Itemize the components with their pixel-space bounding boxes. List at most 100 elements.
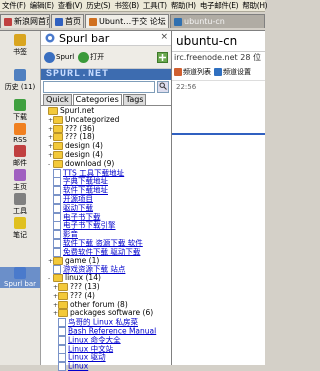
panel-sidebar: 书签历史 (11) 下载 RSS 邮件 主页 工具笔记 Spurl bar [0, 31, 41, 365]
tree-label: design (4) [65, 142, 103, 151]
sidebar-item[interactable]: 邮件 [0, 145, 40, 168]
menu-item[interactable]: 书签(B) [112, 0, 141, 11]
bookmark-link[interactable]: Linux [41, 362, 171, 371]
sidebar-item[interactable]: 历史 (11) [0, 69, 40, 92]
open-button[interactable]: 打开 [78, 51, 105, 63]
bookmark-link[interactable]: 软件下载地址 [41, 186, 171, 195]
tab-home[interactable]: 首页 [51, 14, 84, 28]
sidebar-item-icon [14, 34, 26, 46]
bookmark-link[interactable]: 游戏资源下载 站点 [41, 265, 171, 275]
bookmark-folder[interactable]: +??? (13) [41, 282, 171, 292]
page-icon [53, 230, 61, 239]
unread-marker [172, 133, 265, 135]
bookmark-link[interactable]: 电子书下载 [41, 212, 171, 222]
bookmark-link[interactable]: Linux 中文站 [41, 344, 171, 354]
bookmark-folder[interactable]: + other forum (8) [41, 300, 171, 310]
sidebar-item[interactable]: Spurl bar [0, 267, 40, 288]
spurl-button[interactable]: Spurl [44, 51, 74, 63]
folder-icon [53, 274, 63, 283]
tree-label: Linux [68, 362, 89, 371]
tab-tags[interactable]: Tags [122, 94, 147, 105]
folder-icon [53, 115, 63, 124]
tab-quick[interactable]: Quick [43, 94, 72, 105]
panel-toolbar: Spurl 打开 [41, 46, 171, 69]
menu-item[interactable]: 编辑(E) [28, 0, 56, 11]
sidebar-item[interactable]: 下载 [0, 99, 40, 122]
sidebar-item[interactable]: 笔记 [0, 217, 40, 240]
tree-label: 软件下载 资源下载 软件 [63, 238, 143, 248]
bookmark-link[interactable]: 驱动下载 [41, 203, 171, 213]
message-area: 22:56 [172, 81, 265, 93]
menu-item[interactable]: 电子邮件(E) [198, 0, 241, 11]
bookmark-folder[interactable]: + Uncategorized [41, 115, 171, 125]
tab-label: Ubunt…于交 论坛 - [99, 17, 169, 26]
bookmark-folder[interactable]: +??? (18) [41, 133, 171, 142]
page-icon [58, 326, 66, 336]
tree-label: 免费软件下载 驱动下载 [63, 247, 141, 257]
sidebar-item-label: 笔记 [13, 231, 27, 239]
irc-toolbar: 频道列表 频道设置 [172, 64, 265, 81]
tab-sina[interactable]: 新浪网首页 [0, 14, 50, 28]
menu-item[interactable]: 工具(T) [141, 0, 169, 11]
bookmark-link[interactable]: 电子书下载引擎 [41, 221, 171, 231]
sidebar-item-icon [14, 145, 26, 157]
sidebar-item-icon [14, 217, 26, 229]
bookmark-folder[interactable]: +??? (36) [41, 124, 171, 134]
spurl-banner: SPURL.NET [41, 69, 171, 80]
menu-item[interactable]: 帮助(H) [240, 0, 269, 11]
bookmark-folder[interactable]: Spurl.net [41, 107, 171, 116]
bookmark-link[interactable]: 软件下载 资源下载 软件 [41, 238, 171, 248]
menu-item[interactable]: 帮助(H) [169, 0, 198, 11]
bookmark-link[interactable]: TTS 工具下载地址 [41, 168, 171, 178]
tab-ubuntu-forum[interactable]: Ubunt…于交 论坛 - × [85, 14, 169, 28]
tree-label: Uncategorized [65, 115, 120, 124]
menu-item[interactable]: 查看(V) [56, 0, 84, 11]
bookmark-link[interactable]: Bash Reference Manual [41, 326, 171, 336]
sidebar-item-label: 书签 [13, 48, 27, 56]
sidebar-item[interactable]: 书签 [0, 34, 40, 57]
tab-categories[interactable]: Categories [72, 94, 122, 105]
bookmark-link[interactable]: 开源项目 [41, 194, 171, 204]
tab-ubuntu-cn[interactable]: ubuntu-cn [170, 14, 265, 28]
channel-settings-button[interactable]: 频道设置 [214, 67, 251, 77]
bookmark-folder[interactable]: + design (4) [41, 150, 171, 160]
bookmark-folder[interactable]: + game (1) [41, 256, 171, 266]
bookmark-link[interactable]: 鸟哥的 Linux 私房菜 [41, 318, 171, 327]
menu-item[interactable]: 历史(S) [84, 0, 112, 11]
irc-favicon-icon [174, 17, 182, 26]
irc-pane: ubuntu-cn irc.freenode.net 28 位 频道列表 频道设… [172, 31, 265, 365]
folder-icon [58, 282, 68, 291]
bookmark-link[interactable]: 字典下载地址 [41, 177, 171, 187]
panel-tabs: Quick Categories Tags [41, 94, 171, 106]
bookmark-folder[interactable]: +??? (4) [41, 291, 171, 301]
bookmark-folder[interactable]: + packages software (6) [41, 309, 171, 318]
tab-strip: 新浪网首页 首页 Ubunt…于交 论坛 - × ubuntu-cn [0, 12, 265, 31]
bookmark-link[interactable]: Linux 命令大全 [41, 335, 171, 345]
sidebar-item[interactable]: 工具 [0, 193, 40, 216]
tree-label: 游戏资源下载 站点 [63, 265, 126, 274]
bookmark-folder[interactable]: - download (9) [41, 159, 171, 169]
channel-settings-icon [214, 68, 222, 76]
add-bookmark-icon[interactable] [157, 51, 168, 63]
tree-label: Linux 中文站 [68, 344, 114, 354]
tree-label: Linux 命令大全 [68, 335, 121, 345]
panel-close-icon[interactable]: × [160, 32, 168, 42]
bookmark-link[interactable]: Linux 驱动 [41, 353, 171, 363]
menu-item[interactable]: 文件(F) [0, 0, 28, 11]
bookmark-folder[interactable]: - linux (14) [41, 274, 171, 283]
bookmark-link[interactable]: 影音 [41, 230, 171, 239]
channel-list-button[interactable]: 频道列表 [174, 67, 211, 77]
sidebar-item[interactable]: 主页 [0, 169, 40, 192]
page-icon [53, 168, 61, 178]
sidebar-item[interactable]: RSS [0, 123, 40, 144]
search-go-button[interactable] [157, 81, 169, 93]
search-input[interactable] [43, 81, 155, 93]
tab-label: 首页 [65, 17, 81, 26]
open-button-label: 打开 [90, 53, 105, 61]
page-icon [58, 335, 66, 345]
folder-icon [53, 142, 63, 151]
bookmark-folder[interactable]: + design (4) [41, 142, 171, 151]
spurl-button-icon [44, 51, 55, 63]
tree-label: ??? (4) [70, 291, 95, 300]
bookmark-link[interactable]: 免费软件下载 驱动下载 [41, 247, 171, 257]
